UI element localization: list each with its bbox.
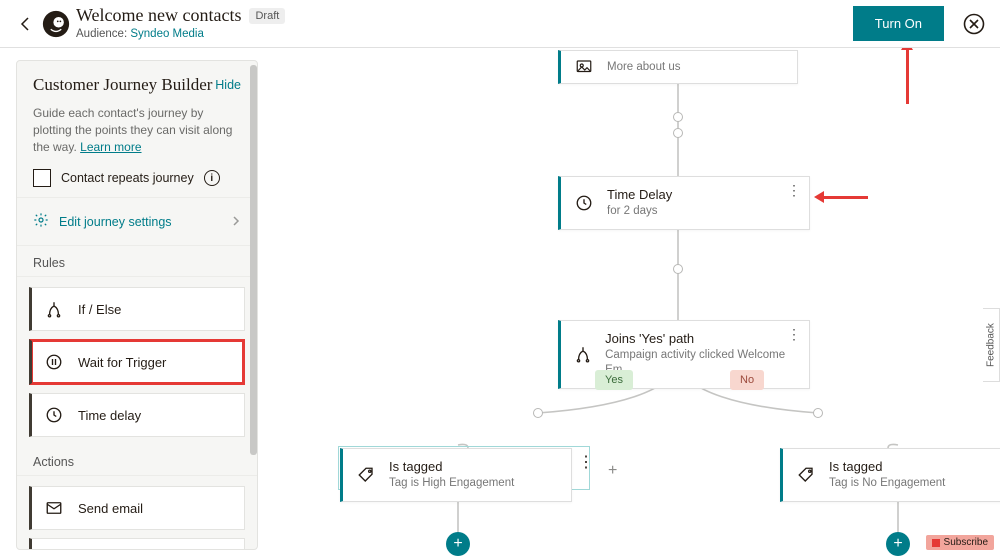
sidebar-title: Customer Journey Builder: [33, 75, 212, 95]
clock-icon: [573, 194, 595, 212]
kebab-menu-icon[interactable]: ⋮: [787, 327, 801, 341]
annotation-line: [824, 196, 868, 199]
main-region: Customer Journey Builder Hide Guide each…: [0, 48, 1000, 556]
node-email-more-about-us[interactable]: More about us: [558, 50, 798, 84]
sidebar: Customer Journey Builder Hide Guide each…: [16, 60, 258, 550]
back-button[interactable]: [14, 12, 38, 36]
mailchimp-logo: [42, 10, 70, 38]
email-icon: [44, 499, 64, 517]
branch-label-yes: Yes: [595, 370, 633, 390]
kebab-menu-icon[interactable]: ⋮: [578, 452, 594, 472]
hide-sidebar-link[interactable]: Hide: [215, 78, 241, 92]
tag-icon: [355, 466, 377, 484]
action-group-ungroup[interactable]: Group/Ungroup: [29, 538, 245, 550]
chevron-right-icon: [231, 215, 241, 229]
sidebar-scrollbar[interactable]: [250, 65, 257, 545]
title-block: Welcome new contacts Draft Audience: Syn…: [76, 6, 285, 40]
page-title: Welcome new contacts: [76, 6, 241, 26]
node-time-delay[interactable]: Time Delay for 2 days ⋮: [558, 176, 810, 230]
rule-time-delay[interactable]: Time delay: [29, 393, 245, 437]
turn-on-button[interactable]: Turn On: [853, 6, 944, 41]
add-step-button[interactable]: +: [446, 532, 470, 556]
learn-more-link[interactable]: Learn more: [80, 140, 141, 154]
add-point-dot[interactable]: [673, 264, 683, 274]
action-send-email[interactable]: Send email: [29, 486, 245, 530]
node-is-tagged-no[interactable]: Is tagged Tag is No Engagement: [780, 448, 1000, 502]
contact-repeats-checkbox[interactable]: [33, 169, 51, 187]
actions-section-label: Actions: [17, 445, 257, 476]
edit-journey-settings[interactable]: Edit journey settings: [17, 197, 257, 246]
record-icon: [932, 539, 940, 547]
image-icon: [573, 58, 595, 76]
tag-icon: [795, 466, 817, 484]
annotation-arrow-left: [814, 191, 824, 203]
annotation-line: [906, 48, 909, 104]
rule-if-else[interactable]: If / Else: [29, 287, 245, 331]
node-is-tagged-high[interactable]: Is tagged Tag is High Engagement: [340, 448, 572, 502]
branch-label-no: No: [730, 370, 764, 390]
kebab-menu-icon[interactable]: ⋮: [787, 183, 801, 197]
rule-wait-for-trigger[interactable]: Wait for Trigger: [29, 339, 245, 385]
branch-icon: [44, 300, 64, 318]
recorder-watermark: Subscribe: [926, 535, 994, 550]
audience-prefix: Audience:: [76, 28, 127, 40]
app-header: Welcome new contacts Draft Audience: Syn…: [0, 0, 1000, 48]
rules-section-label: Rules: [17, 246, 257, 277]
journey-canvas[interactable]: More about us Time Delay for 2 days ⋮ Jo…: [258, 48, 1000, 556]
add-point-dot[interactable]: [813, 408, 823, 418]
sidebar-description: Guide each contact's journey by plotting…: [33, 105, 241, 155]
branch-icon: [573, 345, 593, 363]
pause-icon: [44, 353, 64, 371]
info-icon[interactable]: i: [204, 170, 220, 186]
feedback-tab[interactable]: Feedback: [983, 308, 1000, 382]
clock-icon: [44, 406, 64, 424]
contact-repeats-label: Contact repeats journey: [61, 171, 194, 185]
add-point-dot[interactable]: [673, 128, 683, 138]
add-between-button[interactable]: +: [608, 462, 617, 480]
status-chip-draft: Draft: [249, 8, 285, 24]
add-point-dot[interactable]: [533, 408, 543, 418]
close-button[interactable]: [962, 12, 986, 36]
add-point-dot[interactable]: [673, 112, 683, 122]
gear-icon: [33, 212, 49, 231]
add-step-button[interactable]: +: [886, 532, 910, 556]
audience-link[interactable]: Syndeo Media: [130, 28, 204, 40]
